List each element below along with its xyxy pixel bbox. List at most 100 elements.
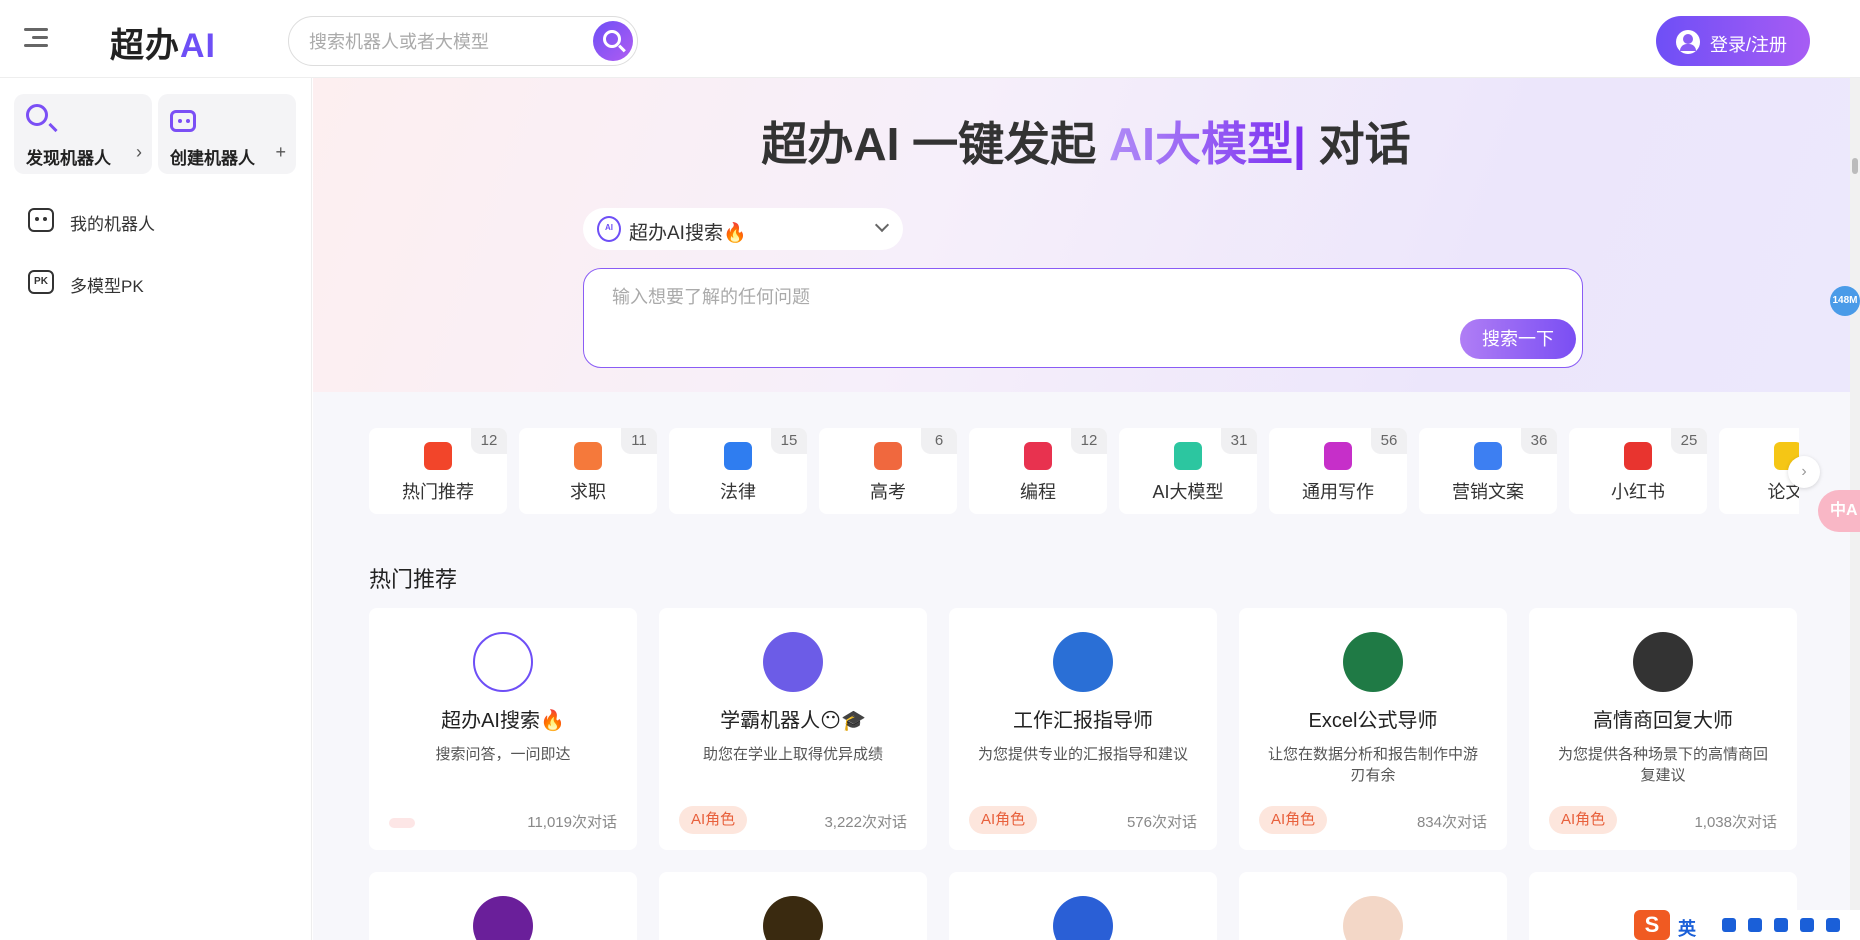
discover-robots-card[interactable]: 发现机器人 › [14, 94, 152, 174]
robot-avatar [1343, 632, 1403, 692]
sidebar-item-label: 多模型PK [70, 277, 144, 296]
category-tab[interactable]: 6 高考 [819, 428, 957, 514]
robot-avatar [763, 896, 823, 940]
category-name: 高考 [870, 482, 906, 502]
search-submit-button[interactable]: 搜索一下 [1460, 319, 1576, 359]
robot-avatar [1053, 632, 1113, 692]
category-name: 法律 [720, 482, 756, 502]
robot-description: 搜索问答，一问即达 [435, 746, 571, 763]
logo-text: 超办 [110, 27, 180, 65]
robot-card[interactable] [659, 872, 927, 940]
user-icon [1676, 30, 1700, 54]
category-tab[interactable]: 25 小红书 [1569, 428, 1707, 514]
category-count: 15 [771, 428, 807, 454]
category-tab[interactable]: 12 热门推荐 [369, 428, 507, 514]
discover-label: 发现机器人 [26, 149, 111, 168]
robot-name: Excel公式导师 [1308, 710, 1438, 732]
top-header: 超办AI 登录/注册 [0, 0, 1860, 78]
category-count: 12 [1071, 428, 1107, 454]
robot-card[interactable] [369, 872, 637, 940]
robot-name: 高情商回复大师 [1593, 710, 1733, 732]
category-icon [1624, 442, 1652, 470]
category-icon [1024, 442, 1052, 470]
category-icon [1474, 442, 1502, 470]
robot-card[interactable]: 学霸机器人😶🎓 助您在学业上取得优异成绩 AI角色 3,222次对话 [659, 608, 927, 850]
translate-icon[interactable]: 中A [1818, 490, 1860, 532]
robot-avatar [1053, 896, 1113, 940]
chevron-right-icon[interactable]: › [1788, 456, 1820, 488]
category-tab[interactable]: 论文/ [1719, 428, 1799, 514]
category-name: 小红书 [1611, 482, 1665, 502]
robot-icon [170, 110, 196, 132]
microphone-icon[interactable] [1748, 918, 1762, 932]
memory-badge[interactable]: 148M [1830, 286, 1860, 316]
section-title: 热门推荐 [369, 567, 458, 592]
model-select-label: 超办AI搜索🔥 [629, 223, 747, 244]
category-name: 营销文案 [1452, 482, 1524, 502]
robot-card[interactable]: 高情商回复大师为您提供各种场景下的高情商回复建议 AI角色 1,038次对话 [1529, 608, 1797, 850]
header-search-input[interactable] [309, 29, 569, 55]
robot-card[interactable] [1239, 872, 1507, 940]
login-label: 登录/注册 [1710, 35, 1788, 55]
logo-ai: AI [180, 27, 216, 65]
sidebar: 发现机器人 › 创建机器人 + 我的机器人 PK 多模型PK [0, 78, 312, 940]
category-icon [1174, 442, 1202, 470]
robot-card[interactable]: 超办AI搜索🔥 搜索问答，一问即达 11,019次对话 [369, 608, 637, 850]
question-input[interactable] [612, 283, 1492, 323]
category-count: 25 [1671, 428, 1707, 454]
category-count: 36 [1521, 428, 1557, 454]
robot-chat-count: 11,019次对话 [527, 814, 617, 831]
robot-name: 超办AI搜索🔥 [441, 710, 565, 732]
robot-description: 让您在数据分析和报告制作中游刃有余 [1267, 746, 1478, 784]
category-name: 通用写作 [1302, 482, 1374, 502]
category-tab[interactable]: 15 法律 [669, 428, 807, 514]
robot-avatar [473, 632, 533, 692]
category-icon [1324, 442, 1352, 470]
site-logo[interactable]: 超办AI [110, 18, 216, 67]
robot-card[interactable]: 工作汇报指导师 为您提供专业的汇报指导和建议 AI角色 576次对话 [949, 608, 1217, 850]
robot-description: 为您提供各种场景下的高情商回复建议 [1557, 746, 1768, 784]
sogou-logo-icon[interactable]: S [1634, 910, 1670, 940]
robot-tag: AI角色 [1259, 806, 1328, 834]
category-tab[interactable]: 12 编程 [969, 428, 1107, 514]
keyboard-icon[interactable] [1774, 918, 1788, 932]
category-count: 12 [471, 428, 507, 454]
create-robot-card[interactable]: 创建机器人 + [158, 94, 296, 174]
chevron-right-icon: › [136, 142, 142, 162]
category-icon [724, 442, 752, 470]
category-icon [874, 442, 902, 470]
model-select-dropdown[interactable]: AI 超办AI搜索🔥 [583, 208, 903, 250]
login-register-button[interactable]: 登录/注册 [1656, 16, 1810, 66]
robot-card[interactable] [949, 872, 1217, 940]
category-name: 编程 [1020, 482, 1056, 502]
chevron-down-icon [874, 217, 890, 233]
robot-tag: AI角色 [1549, 806, 1618, 834]
category-tab[interactable]: 36 营销文案 [1419, 428, 1557, 514]
category-tab[interactable]: 11 求职 [519, 428, 657, 514]
header-search-button[interactable] [593, 21, 633, 61]
robot-avatar [1343, 896, 1403, 940]
ime-mode-label[interactable]: 英 [1678, 915, 1696, 940]
category-icon [424, 442, 452, 470]
hero-title-highlight: AI大模型| [1108, 118, 1306, 170]
robot-name: 工作汇报指导师 [1013, 710, 1153, 732]
robot-chat-count: 834次对话 [1416, 814, 1487, 831]
category-tab[interactable]: 56 通用写作 [1269, 428, 1407, 514]
menu-collapse-icon[interactable] [20, 28, 48, 50]
category-count: 31 [1221, 428, 1257, 454]
punctuation-icon[interactable] [1722, 918, 1736, 932]
robot-tag: AI角色 [679, 806, 748, 834]
category-count: 6 [921, 428, 957, 454]
robot-avatar [473, 896, 533, 940]
robot-icon [28, 208, 54, 232]
skin-icon[interactable] [1800, 918, 1814, 932]
toolbox-icon[interactable] [1826, 918, 1840, 932]
robot-name: 学霸机器人😶🎓 [720, 710, 866, 732]
robot-chat-count: 1,038次对话 [1694, 814, 1777, 831]
create-label: 创建机器人 [170, 149, 255, 168]
robot-description: 助您在学业上取得优异成绩 [702, 746, 883, 763]
robot-card[interactable]: Excel公式导师让您在数据分析和报告制作中游刃有余 AI角色 834次对话 [1239, 608, 1507, 850]
category-tab[interactable]: 31 AI大模型 [1119, 428, 1257, 514]
question-box: 搜索一下 [583, 268, 1583, 368]
category-count: 11 [621, 428, 657, 454]
